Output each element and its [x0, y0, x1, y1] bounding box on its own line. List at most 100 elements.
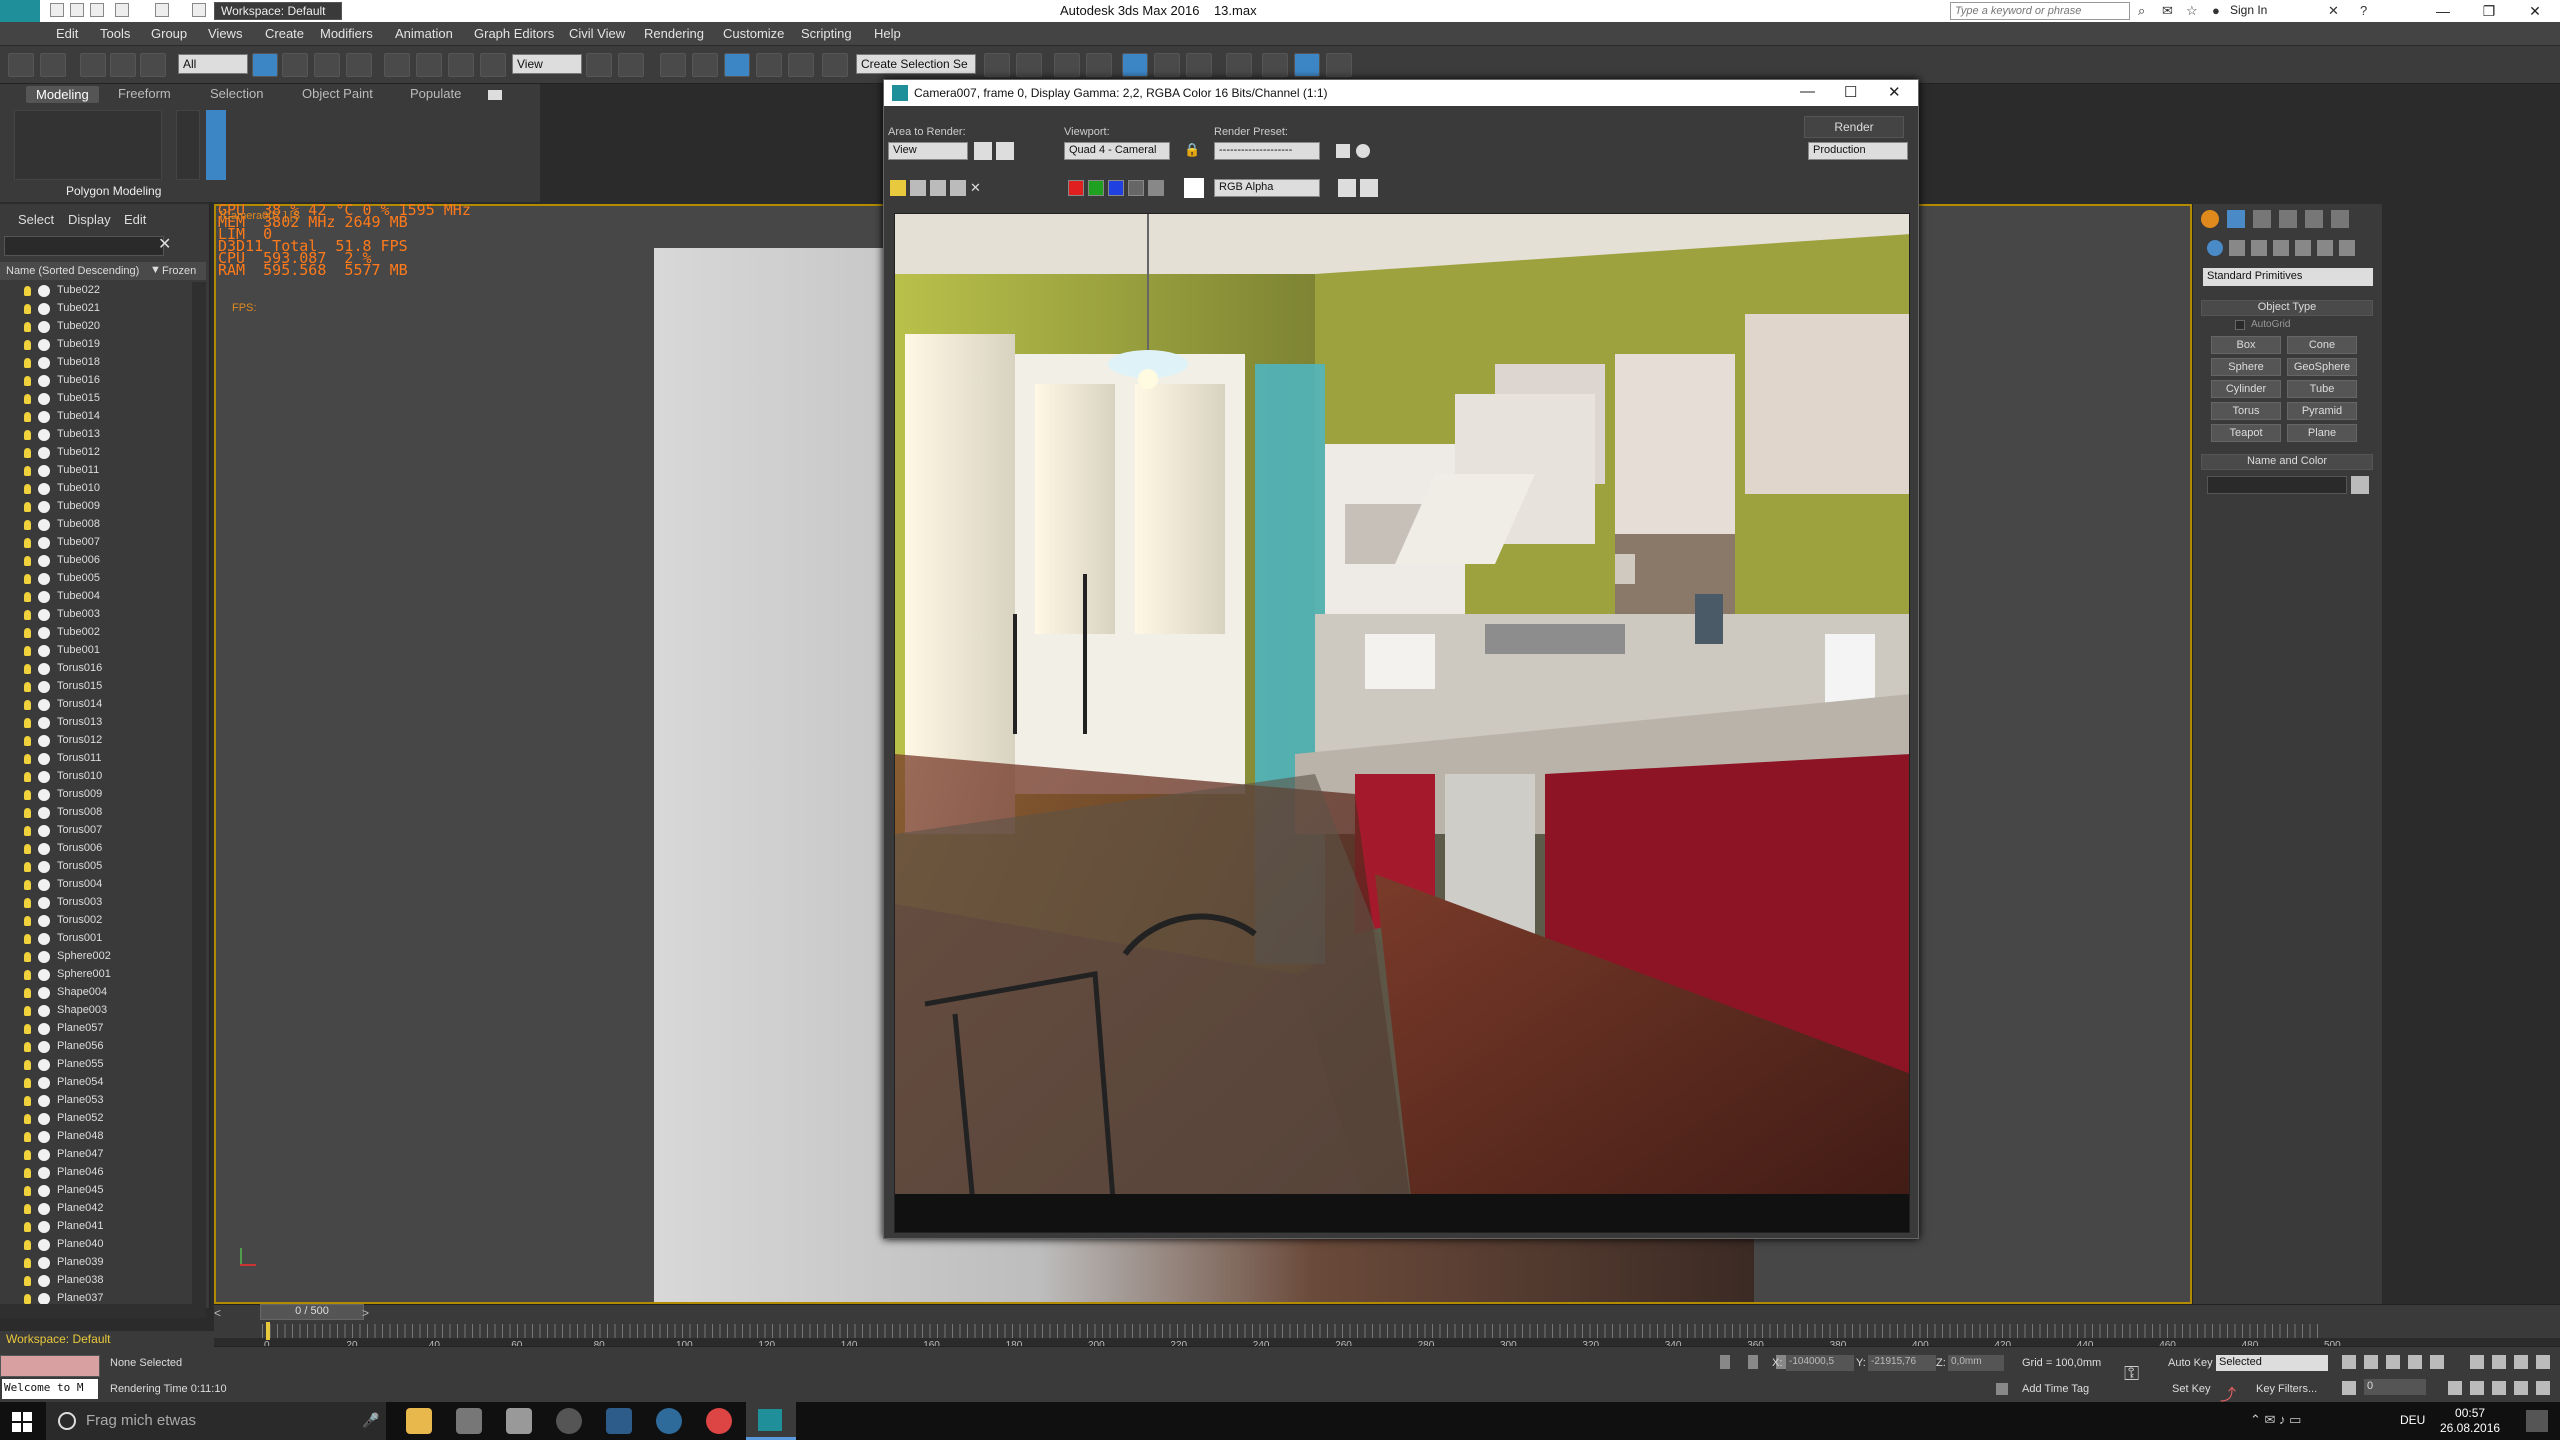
menu-modifiers[interactable]: Modifiers — [320, 26, 373, 41]
visibility-icon[interactable] — [38, 1113, 50, 1125]
light-bulb-icon[interactable] — [24, 1024, 31, 1034]
edit-region-icon[interactable] — [974, 142, 992, 160]
snaps-toggle-icon[interactable] — [692, 53, 718, 77]
isolate-selection-icon[interactable] — [1720, 1355, 1730, 1369]
current-frame-field[interactable]: 0 — [2364, 1379, 2426, 1395]
light-bulb-icon[interactable] — [24, 718, 31, 728]
menu-create[interactable]: Create — [265, 26, 304, 41]
redo-icon[interactable] — [40, 53, 66, 77]
object-color-swatch[interactable] — [2351, 476, 2369, 494]
menu-rendering[interactable]: Rendering — [644, 26, 704, 41]
copy-image-icon[interactable] — [910, 180, 926, 196]
list-item[interactable]: Shape004 — [0, 984, 190, 1002]
scene-scrollbar[interactable] — [192, 282, 206, 1304]
list-item[interactable]: Tube004 — [0, 588, 190, 606]
list-item[interactable]: Sphere002 — [0, 948, 190, 966]
visibility-icon[interactable] — [38, 1203, 50, 1215]
light-bulb-icon[interactable] — [24, 610, 31, 620]
selection-filter-dropdown[interactable]: All — [178, 54, 248, 74]
visibility-icon[interactable] — [38, 825, 50, 837]
undo-icon[interactable] — [8, 53, 34, 77]
visibility-icon[interactable] — [38, 447, 50, 459]
favorites-icon[interactable]: ☆ — [2186, 3, 2198, 19]
visibility-icon[interactable] — [38, 321, 50, 333]
list-item[interactable]: Tube009 — [0, 498, 190, 516]
light-bulb-icon[interactable] — [24, 1186, 31, 1196]
list-item[interactable]: Tube005 — [0, 570, 190, 588]
percent-snap-icon[interactable] — [756, 53, 782, 77]
file-explorer-icon[interactable] — [406, 1408, 432, 1434]
exchange-icon[interactable]: ✕ — [2328, 3, 2339, 19]
list-item[interactable]: Torus004 — [0, 876, 190, 894]
viewport-label[interactable]: [Camera007 ] [S — [220, 210, 300, 222]
zoom-extents-icon[interactable] — [2514, 1355, 2528, 1369]
tab-object-paint[interactable]: Object Paint — [302, 86, 373, 101]
visibility-icon[interactable] — [38, 681, 50, 693]
user-icon[interactable]: ● — [2212, 3, 2220, 18]
light-bulb-icon[interactable] — [24, 1006, 31, 1016]
go-to-end-icon[interactable] — [2430, 1355, 2444, 1369]
list-item[interactable]: Tube011 — [0, 462, 190, 480]
maxscript-listener[interactable] — [0, 1355, 100, 1377]
visibility-icon[interactable] — [38, 1005, 50, 1017]
light-bulb-icon[interactable] — [24, 1042, 31, 1052]
light-bulb-icon[interactable] — [24, 430, 31, 440]
maximize-viewport-icon[interactable] — [2536, 1381, 2550, 1395]
light-bulb-icon[interactable] — [24, 1258, 31, 1268]
menu-scripting[interactable]: Scripting — [801, 26, 852, 41]
light-bulb-icon[interactable] — [24, 340, 31, 350]
menu-graph-editors[interactable]: Graph Editors — [474, 26, 554, 41]
visibility-icon[interactable] — [38, 807, 50, 819]
visibility-icon[interactable] — [38, 969, 50, 981]
mono-channel-toggle[interactable] — [1148, 180, 1164, 196]
list-item[interactable]: Tube006 — [0, 552, 190, 570]
pyramid-button[interactable]: Pyramid — [2287, 402, 2357, 420]
light-bulb-icon[interactable] — [24, 358, 31, 368]
light-bulb-icon[interactable] — [24, 1240, 31, 1250]
reference-coordinate-dropdown[interactable]: View — [512, 54, 582, 74]
print-image-icon[interactable] — [950, 180, 966, 196]
light-bulb-icon[interactable] — [24, 520, 31, 530]
place-icon[interactable] — [480, 53, 506, 77]
select-by-name-icon[interactable] — [282, 53, 308, 77]
visibility-icon[interactable] — [38, 285, 50, 297]
visibility-icon[interactable] — [38, 573, 50, 585]
light-bulb-icon[interactable] — [24, 916, 31, 926]
column-frozen-header[interactable]: Frozen — [162, 265, 196, 277]
light-bulb-icon[interactable] — [24, 934, 31, 944]
align-icon[interactable] — [1016, 53, 1042, 77]
polygon-modeling-label[interactable]: Polygon Modeling — [66, 184, 161, 198]
geometry-icon[interactable] — [2207, 240, 2223, 256]
list-item[interactable]: Tube012 — [0, 444, 190, 462]
angle-snap-icon[interactable] — [724, 53, 750, 77]
visibility-icon[interactable] — [38, 1221, 50, 1233]
tab-freeform[interactable]: Freeform — [118, 86, 171, 101]
maximize-button[interactable]: ❐ — [2466, 0, 2512, 22]
menu-animation[interactable]: Animation — [395, 26, 453, 41]
autogrid-checkbox[interactable] — [2235, 320, 2245, 330]
light-bulb-icon[interactable] — [24, 664, 31, 674]
sign-in-link[interactable]: Sign In — [2230, 3, 2267, 17]
auto-region-icon[interactable] — [996, 142, 1014, 160]
visibility-icon[interactable] — [38, 303, 50, 315]
visibility-icon[interactable] — [38, 339, 50, 351]
list-item[interactable]: Plane048 — [0, 1128, 190, 1146]
key-set-dropdown[interactable]: Selected — [2216, 1355, 2328, 1371]
list-item[interactable]: Tube014 — [0, 408, 190, 426]
visibility-icon[interactable] — [38, 627, 50, 639]
light-bulb-icon[interactable] — [24, 844, 31, 854]
display-channel-dropdown[interactable]: RGB Alpha — [1214, 179, 1320, 197]
visibility-icon[interactable] — [38, 897, 50, 909]
ribbon-options-icon[interactable] — [488, 90, 502, 100]
zoom-icon[interactable] — [2470, 1355, 2484, 1369]
notifications-icon[interactable] — [2526, 1410, 2548, 1432]
visibility-icon[interactable] — [38, 1041, 50, 1053]
light-bulb-icon[interactable] — [24, 1222, 31, 1232]
visibility-icon[interactable] — [38, 609, 50, 621]
light-bulb-icon[interactable] — [24, 988, 31, 998]
visibility-icon[interactable] — [38, 645, 50, 657]
scene-tab-select[interactable]: Select — [18, 212, 54, 227]
list-item[interactable]: Sphere001 — [0, 966, 190, 984]
environment-icon[interactable] — [1356, 144, 1370, 158]
name-and-color-rollout[interactable]: Name and Color — [2201, 454, 2373, 470]
